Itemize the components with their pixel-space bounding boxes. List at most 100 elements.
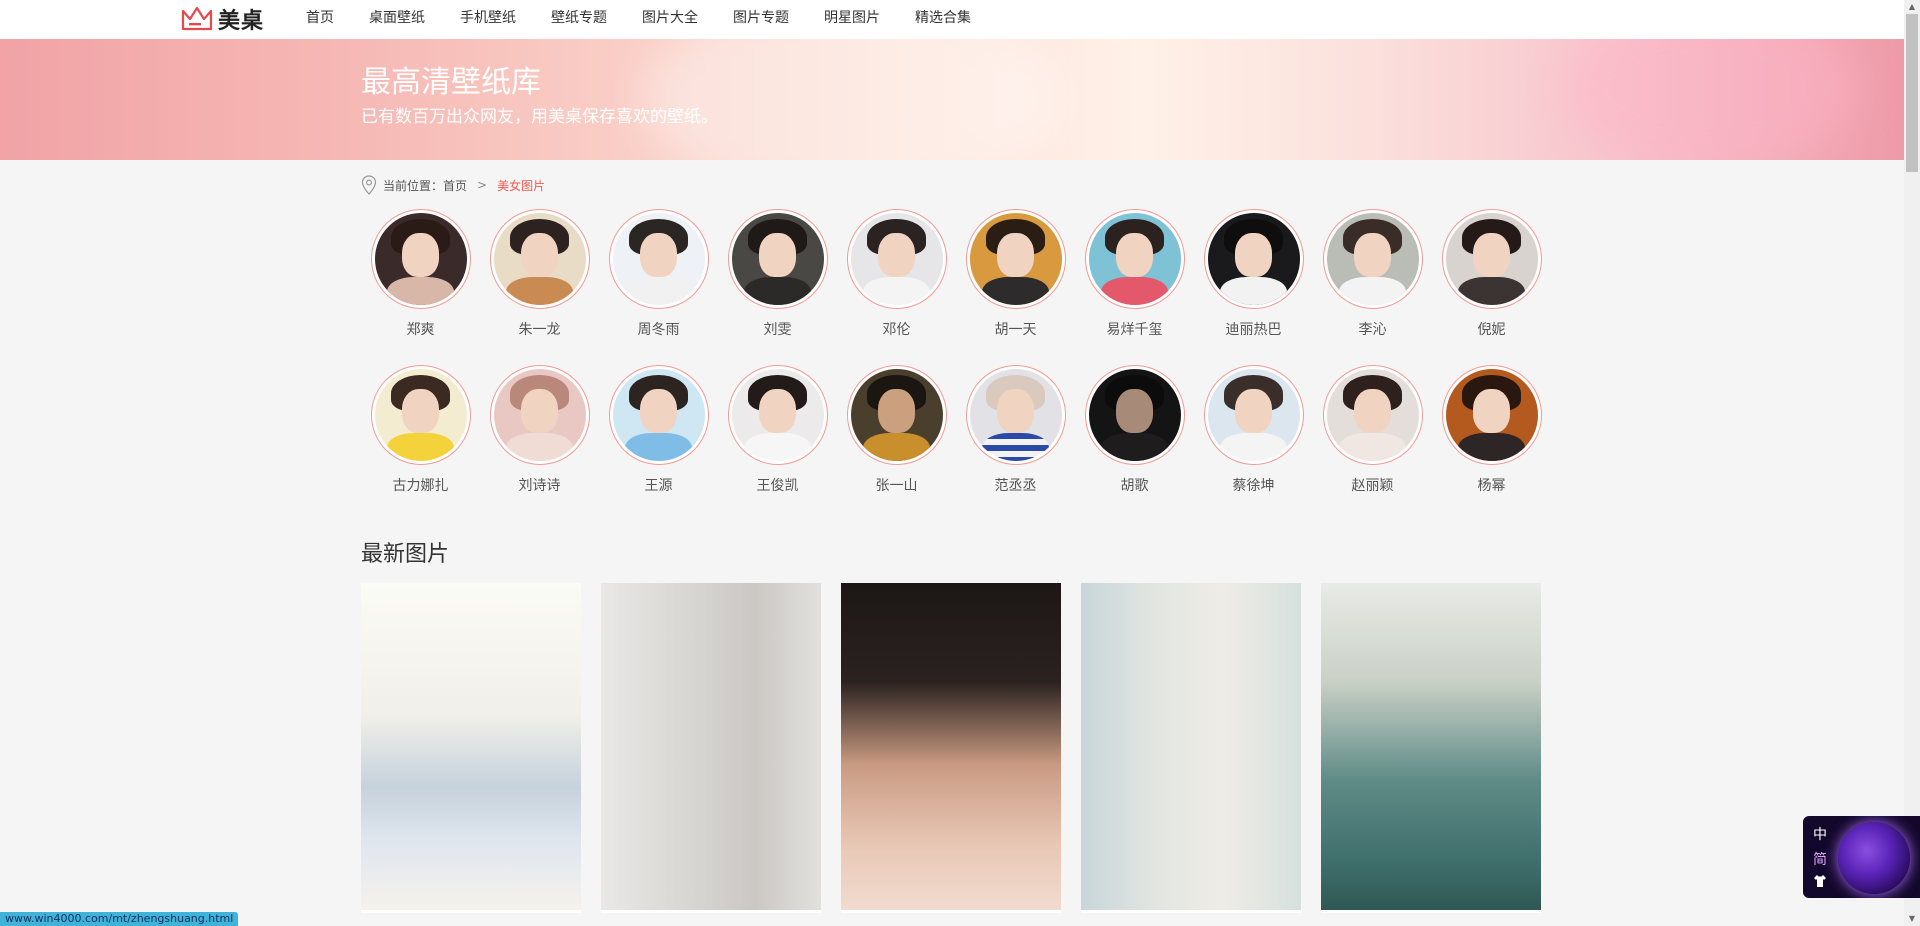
banner-decoration	[640, 39, 1060, 160]
vertical-scrollbar[interactable]: ▲ ▼	[1904, 0, 1920, 926]
avatar	[1088, 213, 1181, 305]
celebrity-item[interactable]: 迪丽热巴	[1194, 209, 1313, 339]
photo-card[interactable]	[1081, 583, 1301, 913]
banner-decoration	[1560, 39, 1860, 160]
avatar-ring	[965, 365, 1066, 465]
avatar	[850, 369, 943, 461]
avatar	[969, 213, 1062, 305]
avatar	[1326, 369, 1419, 461]
avatar	[374, 213, 467, 305]
celebrity-name: 杨幂	[1477, 478, 1506, 494]
photo-card[interactable]	[361, 583, 581, 913]
language-switch-widget[interactable]: 中 简	[1803, 816, 1920, 898]
avatar-ring	[1322, 365, 1423, 465]
nav-item-home[interactable]: 首页	[306, 0, 334, 39]
celebrity-name: 王俊凯	[756, 478, 799, 494]
celebrity-name: 迪丽热巴	[1225, 322, 1282, 338]
avatar	[850, 213, 943, 305]
celebrity-item[interactable]: 朱一龙	[480, 209, 599, 339]
photo-card-footer	[601, 910, 821, 913]
scroll-up-arrow-icon[interactable]: ▲	[1904, 0, 1920, 14]
avatar	[1445, 369, 1538, 461]
latest-images-title: 最新图片	[361, 542, 450, 567]
avatar	[1326, 213, 1419, 305]
avatar-ring	[1203, 209, 1304, 309]
scroll-down-arrow-icon[interactable]: ▼	[1904, 912, 1920, 926]
nav-item-image-topics[interactable]: 图片专题	[733, 0, 789, 39]
celebrity-name: 倪妮	[1477, 322, 1506, 338]
celebrity-name: 古力娜扎	[392, 478, 449, 494]
avatar	[969, 369, 1062, 461]
location-pin-icon	[361, 175, 377, 195]
celebrity-grid: 郑爽 朱一龙 周冬雨 刘雯 邓伦 胡一天 易烊千玺 迪丽热巴 李沁 倪妮 古力娜…	[361, 209, 1551, 521]
avatar	[1207, 369, 1300, 461]
celebrity-name: 赵丽颖	[1351, 478, 1394, 494]
celebrity-item[interactable]: 王俊凯	[718, 365, 837, 495]
photo-card-footer	[1321, 910, 1541, 913]
avatar-ring	[608, 365, 709, 465]
celebrity-item[interactable]: 胡歌	[1075, 365, 1194, 495]
nav-item-image-library[interactable]: 图片大全	[642, 0, 698, 39]
celebrity-row: 郑爽 朱一龙 周冬雨 刘雯 邓伦 胡一天 易烊千玺 迪丽热巴 李沁 倪妮	[361, 209, 1551, 339]
celebrity-item[interactable]: 李沁	[1313, 209, 1432, 339]
avatar	[731, 213, 824, 305]
nav-item-featured-collections[interactable]: 精选合集	[915, 0, 971, 39]
celebrity-name: 胡一天	[994, 322, 1037, 338]
avatar-ring	[846, 209, 947, 309]
celebrity-name: 王源	[644, 478, 673, 494]
celebrity-item[interactable]: 邓伦	[837, 209, 956, 339]
celebrity-item[interactable]: 郑爽	[361, 209, 480, 339]
celebrity-name: 范丞丞	[994, 478, 1037, 494]
site-logo[interactable]: 美桌	[180, 3, 264, 35]
celebrity-name: 郑爽	[406, 322, 435, 338]
celebrity-item[interactable]: 张一山	[837, 365, 956, 495]
celebrity-item[interactable]: 古力娜扎	[361, 365, 480, 495]
celebrity-name: 张一山	[875, 478, 918, 494]
celebrity-item[interactable]: 赵丽颖	[1313, 365, 1432, 495]
top-navigation-bar: 美桌 首页 桌面壁纸 手机壁纸 壁纸专题 图片大全 图片专题 明星图片 精选合集	[0, 0, 1904, 39]
celebrity-item[interactable]: 刘诗诗	[480, 365, 599, 495]
simplified-chinese-toggle[interactable]: 简	[1813, 849, 1827, 869]
celebrity-item[interactable]: 易烊千玺	[1075, 209, 1194, 339]
avatar-ring	[1441, 365, 1542, 465]
avatar	[493, 369, 586, 461]
avatar-ring	[965, 209, 1066, 309]
avatar-ring	[1084, 365, 1185, 465]
avatar	[612, 213, 705, 305]
avatar	[493, 213, 586, 305]
latest-images-gallery	[361, 583, 1561, 913]
status-bar-url: www.win4000.com/mt/zhengshuang.html	[0, 912, 239, 926]
photo-card[interactable]	[601, 583, 821, 913]
breadcrumb: 当前位置： 首页 > 美女图片	[361, 174, 545, 196]
celebrity-item[interactable]: 周冬雨	[599, 209, 718, 339]
nav-item-wallpaper-topics[interactable]: 壁纸专题	[551, 0, 607, 39]
nav-item-desktop-wallpaper[interactable]: 桌面壁纸	[369, 0, 425, 39]
logo-text: 美桌	[218, 9, 265, 34]
celebrity-name: 刘雯	[763, 322, 792, 338]
banner-title: 最高清壁纸库	[361, 65, 541, 100]
celebrity-name: 刘诗诗	[518, 478, 561, 494]
celebrity-name: 周冬雨	[637, 322, 680, 338]
avatar	[612, 369, 705, 461]
nav-item-mobile-wallpaper[interactable]: 手机壁纸	[460, 0, 516, 39]
traditional-chinese-toggle[interactable]: 中	[1813, 824, 1827, 844]
celebrity-item[interactable]: 胡一天	[956, 209, 1075, 339]
nav-item-celebrity-images[interactable]: 明星图片	[824, 0, 880, 39]
photo-card[interactable]	[1321, 583, 1541, 913]
celebrity-item[interactable]: 蔡徐坤	[1194, 365, 1313, 495]
breadcrumb-home-link[interactable]: 首页	[443, 177, 467, 194]
celebrity-row: 古力娜扎 刘诗诗 王源 王俊凯 张一山 范丞丞 胡歌 蔡徐坤 赵丽颖 杨幂	[361, 365, 1551, 495]
crown-logo-icon	[181, 6, 213, 31]
celebrity-name: 朱一龙	[518, 322, 561, 338]
celebrity-item[interactable]: 倪妮	[1432, 209, 1551, 339]
celebrity-name: 蔡徐坤	[1232, 478, 1275, 494]
celebrity-item[interactable]: 范丞丞	[956, 365, 1075, 495]
breadcrumb-current[interactable]: 美女图片	[497, 177, 545, 194]
celebrity-item[interactable]: 刘雯	[718, 209, 837, 339]
celebrity-item[interactable]: 王源	[599, 365, 718, 495]
celebrity-item[interactable]: 杨幂	[1432, 365, 1551, 495]
celebrity-name: 邓伦	[882, 322, 911, 338]
photo-card[interactable]	[841, 583, 1061, 913]
globe-icon	[1838, 822, 1910, 894]
scrollbar-thumb[interactable]	[1906, 14, 1918, 172]
